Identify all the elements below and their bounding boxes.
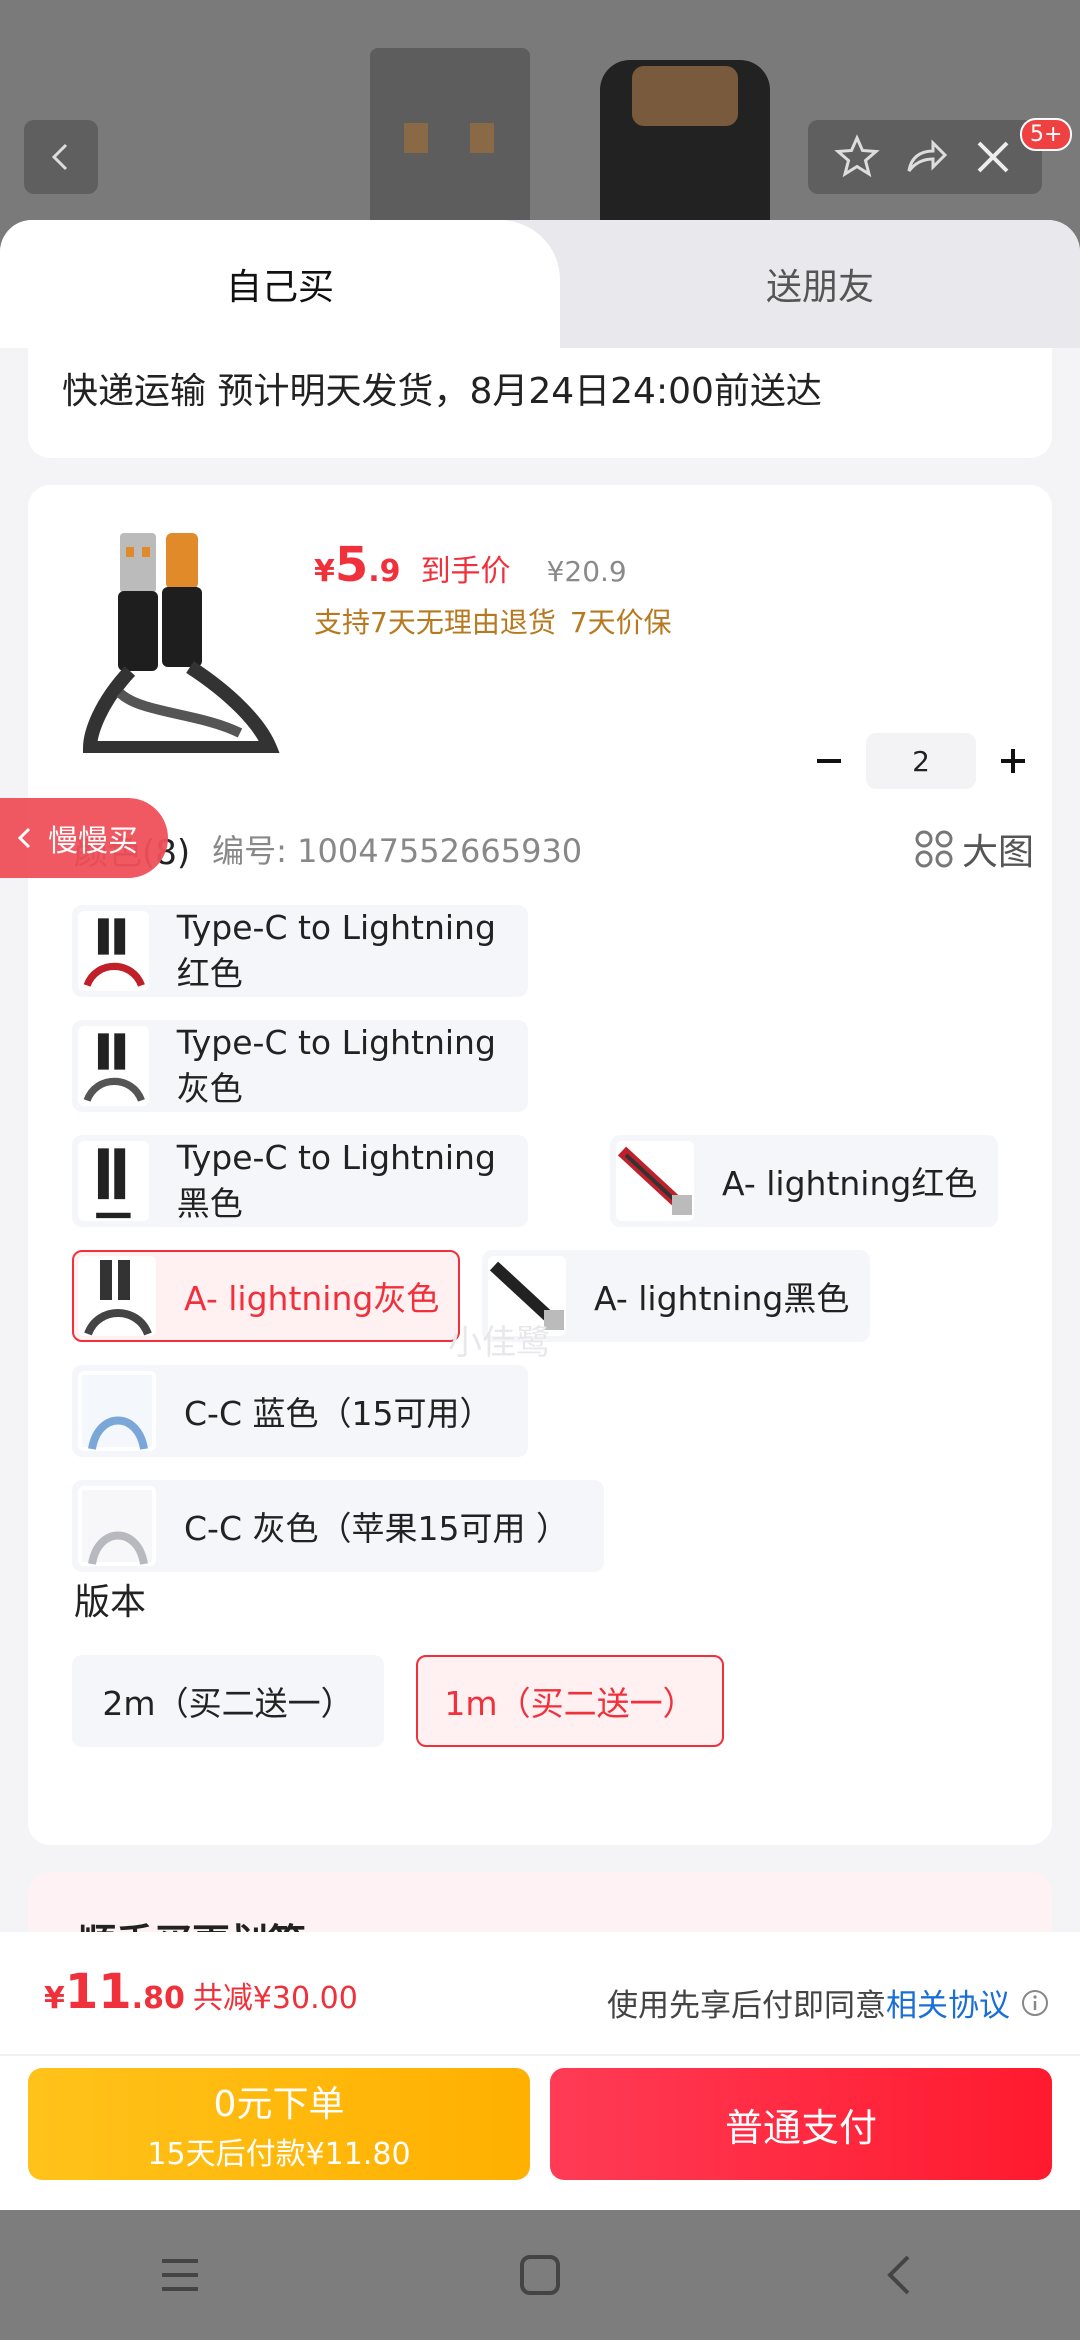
product-options-card: ¥ 5 .9 到手价 ¥20.9 支持7天无理由退货 7天价保 2 颜色(8) … — [28, 485, 1052, 1845]
color-option-label: C-C 蓝色（15可用） — [184, 1394, 493, 1433]
info-icon[interactable] — [1020, 1988, 1050, 2018]
star-icon[interactable] — [833, 133, 881, 181]
back-button[interactable] — [24, 120, 98, 194]
color-option-label: Type-C to Lightning灰色 — [176, 1022, 496, 1108]
increase-quantity-button[interactable] — [976, 733, 1050, 789]
usb-pin — [404, 123, 428, 153]
color-option[interactable]: C-C 蓝色（15可用） — [72, 1365, 528, 1457]
color-section-header: 颜色(8) 编号: 10047552665930 大图 — [74, 823, 1034, 875]
purchase-tabs: 自己买 送朋友 — [0, 220, 1080, 348]
plus-icon — [1001, 749, 1025, 773]
total-decimal: .80 — [131, 1981, 185, 2016]
cable-thumbnail — [78, 1026, 149, 1106]
pay-later-button[interactable]: 0元下单 15天后付款¥11.80 — [28, 2068, 530, 2180]
normal-pay-button[interactable]: 普通支付 — [550, 2068, 1052, 2180]
delivery-text: 快递运输 预计明天发货，8月24日24:00前送达 — [62, 371, 822, 412]
version-section-title: 版本 — [74, 1582, 147, 1623]
pay-later-subtitle: 15天后付款¥11.80 — [147, 2137, 411, 2172]
chevron-left-icon — [51, 143, 68, 171]
tab-gift-to-friend[interactable]: 送朋友 — [560, 220, 1080, 348]
decrease-quantity-button[interactable] — [792, 733, 866, 789]
close-icon[interactable] — [969, 133, 1017, 181]
version-option[interactable]: 2m（买二送一） — [72, 1655, 384, 1747]
color-option-label: A- lightning灰色 — [184, 1279, 440, 1318]
agreement-text: 使用先享后付即同意 — [607, 1988, 886, 2024]
color-option[interactable]: A- lightning红色 — [610, 1135, 998, 1227]
color-option-label: A- lightning黑色 — [594, 1279, 850, 1318]
color-option-label: A- lightning红色 — [722, 1164, 978, 1203]
pay-later-title: 0元下单 — [213, 2084, 345, 2125]
version-option-label: 1m（买二送一） — [444, 1684, 696, 1723]
top-action-group — [808, 120, 1042, 194]
color-option-selected[interactable]: A- lightning灰色 — [72, 1250, 460, 1342]
cable-thumbnail — [78, 911, 149, 991]
total-price: ¥ 11 .80 共减¥30.00 — [44, 1964, 358, 2020]
quantity-stepper: 2 — [792, 733, 1050, 789]
color-option[interactable]: Type-C to Lightning红色 — [72, 905, 528, 997]
grid-icon — [915, 830, 953, 868]
delivery-info: 快递运输 预计明天发货，8月24日24:00前送达 — [28, 348, 1052, 458]
price-tracker-tag[interactable]: 慢慢买 — [0, 798, 168, 878]
cable-product-thumbnail — [82, 533, 280, 753]
payment-bar: ¥ 11 .80 共减¥30.00 使用先享后付即同意 相关协议 0元下单 15… — [0, 1932, 1080, 2210]
color-option[interactable]: Type-C to Lightning灰色 — [72, 1020, 528, 1112]
home-icon[interactable] — [518, 2253, 562, 2297]
agreement-notice: 使用先享后付即同意 相关协议 — [607, 1980, 1050, 2025]
big-image-label: 大图 — [961, 832, 1034, 873]
watermark: 小佳鹭 — [448, 1323, 550, 1363]
lightning-tip — [632, 66, 738, 126]
system-navigation-bar — [0, 2210, 1080, 2340]
back-icon[interactable] — [878, 2253, 922, 2297]
original-price: ¥20.9 — [546, 555, 627, 588]
currency-symbol: ¥ — [44, 1981, 65, 2016]
final-price-label: 到手价 — [420, 554, 511, 589]
color-option-label: C-C 灰色（苹果15可用 ） — [184, 1509, 569, 1548]
price-tracker-label: 慢慢买 — [48, 824, 138, 859]
usb-a-plug-image — [370, 48, 530, 238]
chevron-left-icon — [17, 827, 31, 849]
usb-pin — [470, 123, 494, 153]
cable-thumbnail — [78, 1256, 156, 1336]
quantity-value[interactable]: 2 — [866, 733, 976, 789]
tab-buy-for-self[interactable]: 自己买 — [0, 220, 560, 348]
product-code: 编号: 10047552665930 — [212, 832, 583, 870]
price-integer: 5 — [334, 537, 369, 593]
price-row: ¥ 5 .9 到手价 ¥20.9 — [314, 537, 627, 593]
cable-thumbnail — [78, 1486, 156, 1566]
color-option[interactable]: Type-C to Lightning黑色 — [72, 1135, 528, 1227]
menu-icon[interactable] — [158, 2255, 202, 2295]
price-decimal: .9 — [368, 554, 401, 589]
agreement-link[interactable]: 相关协议 — [886, 1980, 1010, 2025]
divider — [0, 2054, 1080, 2056]
total-integer: 11 — [64, 1964, 132, 2020]
color-option[interactable]: C-C 灰色（苹果15可用 ） — [72, 1480, 604, 1572]
price-protection: 7天价保 — [569, 606, 672, 639]
big-image-toggle[interactable]: 大图 — [914, 823, 1034, 875]
currency-symbol: ¥ — [314, 554, 335, 589]
total-saving: 共减¥30.00 — [192, 1981, 358, 2016]
cable-thumbnail — [78, 1141, 149, 1221]
color-option-label: Type-C to Lightning红色 — [176, 907, 496, 993]
purchase-sheet: 自己买 送朋友 快递运输 预计明天发货，8月24日24:00前送达 ¥ 5 .9… — [0, 220, 1080, 2210]
return-policy: 支持7天无理由退货 — [314, 606, 556, 639]
message-count-badge: 5+ — [1020, 118, 1073, 151]
cable-thumbnail — [616, 1141, 694, 1221]
minus-icon — [817, 759, 841, 763]
version-option-label: 2m（买二送一） — [102, 1684, 354, 1723]
version-option-selected[interactable]: 1m（买二送一） — [416, 1655, 724, 1747]
share-icon[interactable] — [901, 133, 949, 181]
cable-thumbnail — [78, 1371, 156, 1451]
color-option-label: Type-C to Lightning黑色 — [176, 1137, 496, 1223]
guarantee-row: 支持7天无理由退货 7天价保 — [314, 601, 672, 641]
